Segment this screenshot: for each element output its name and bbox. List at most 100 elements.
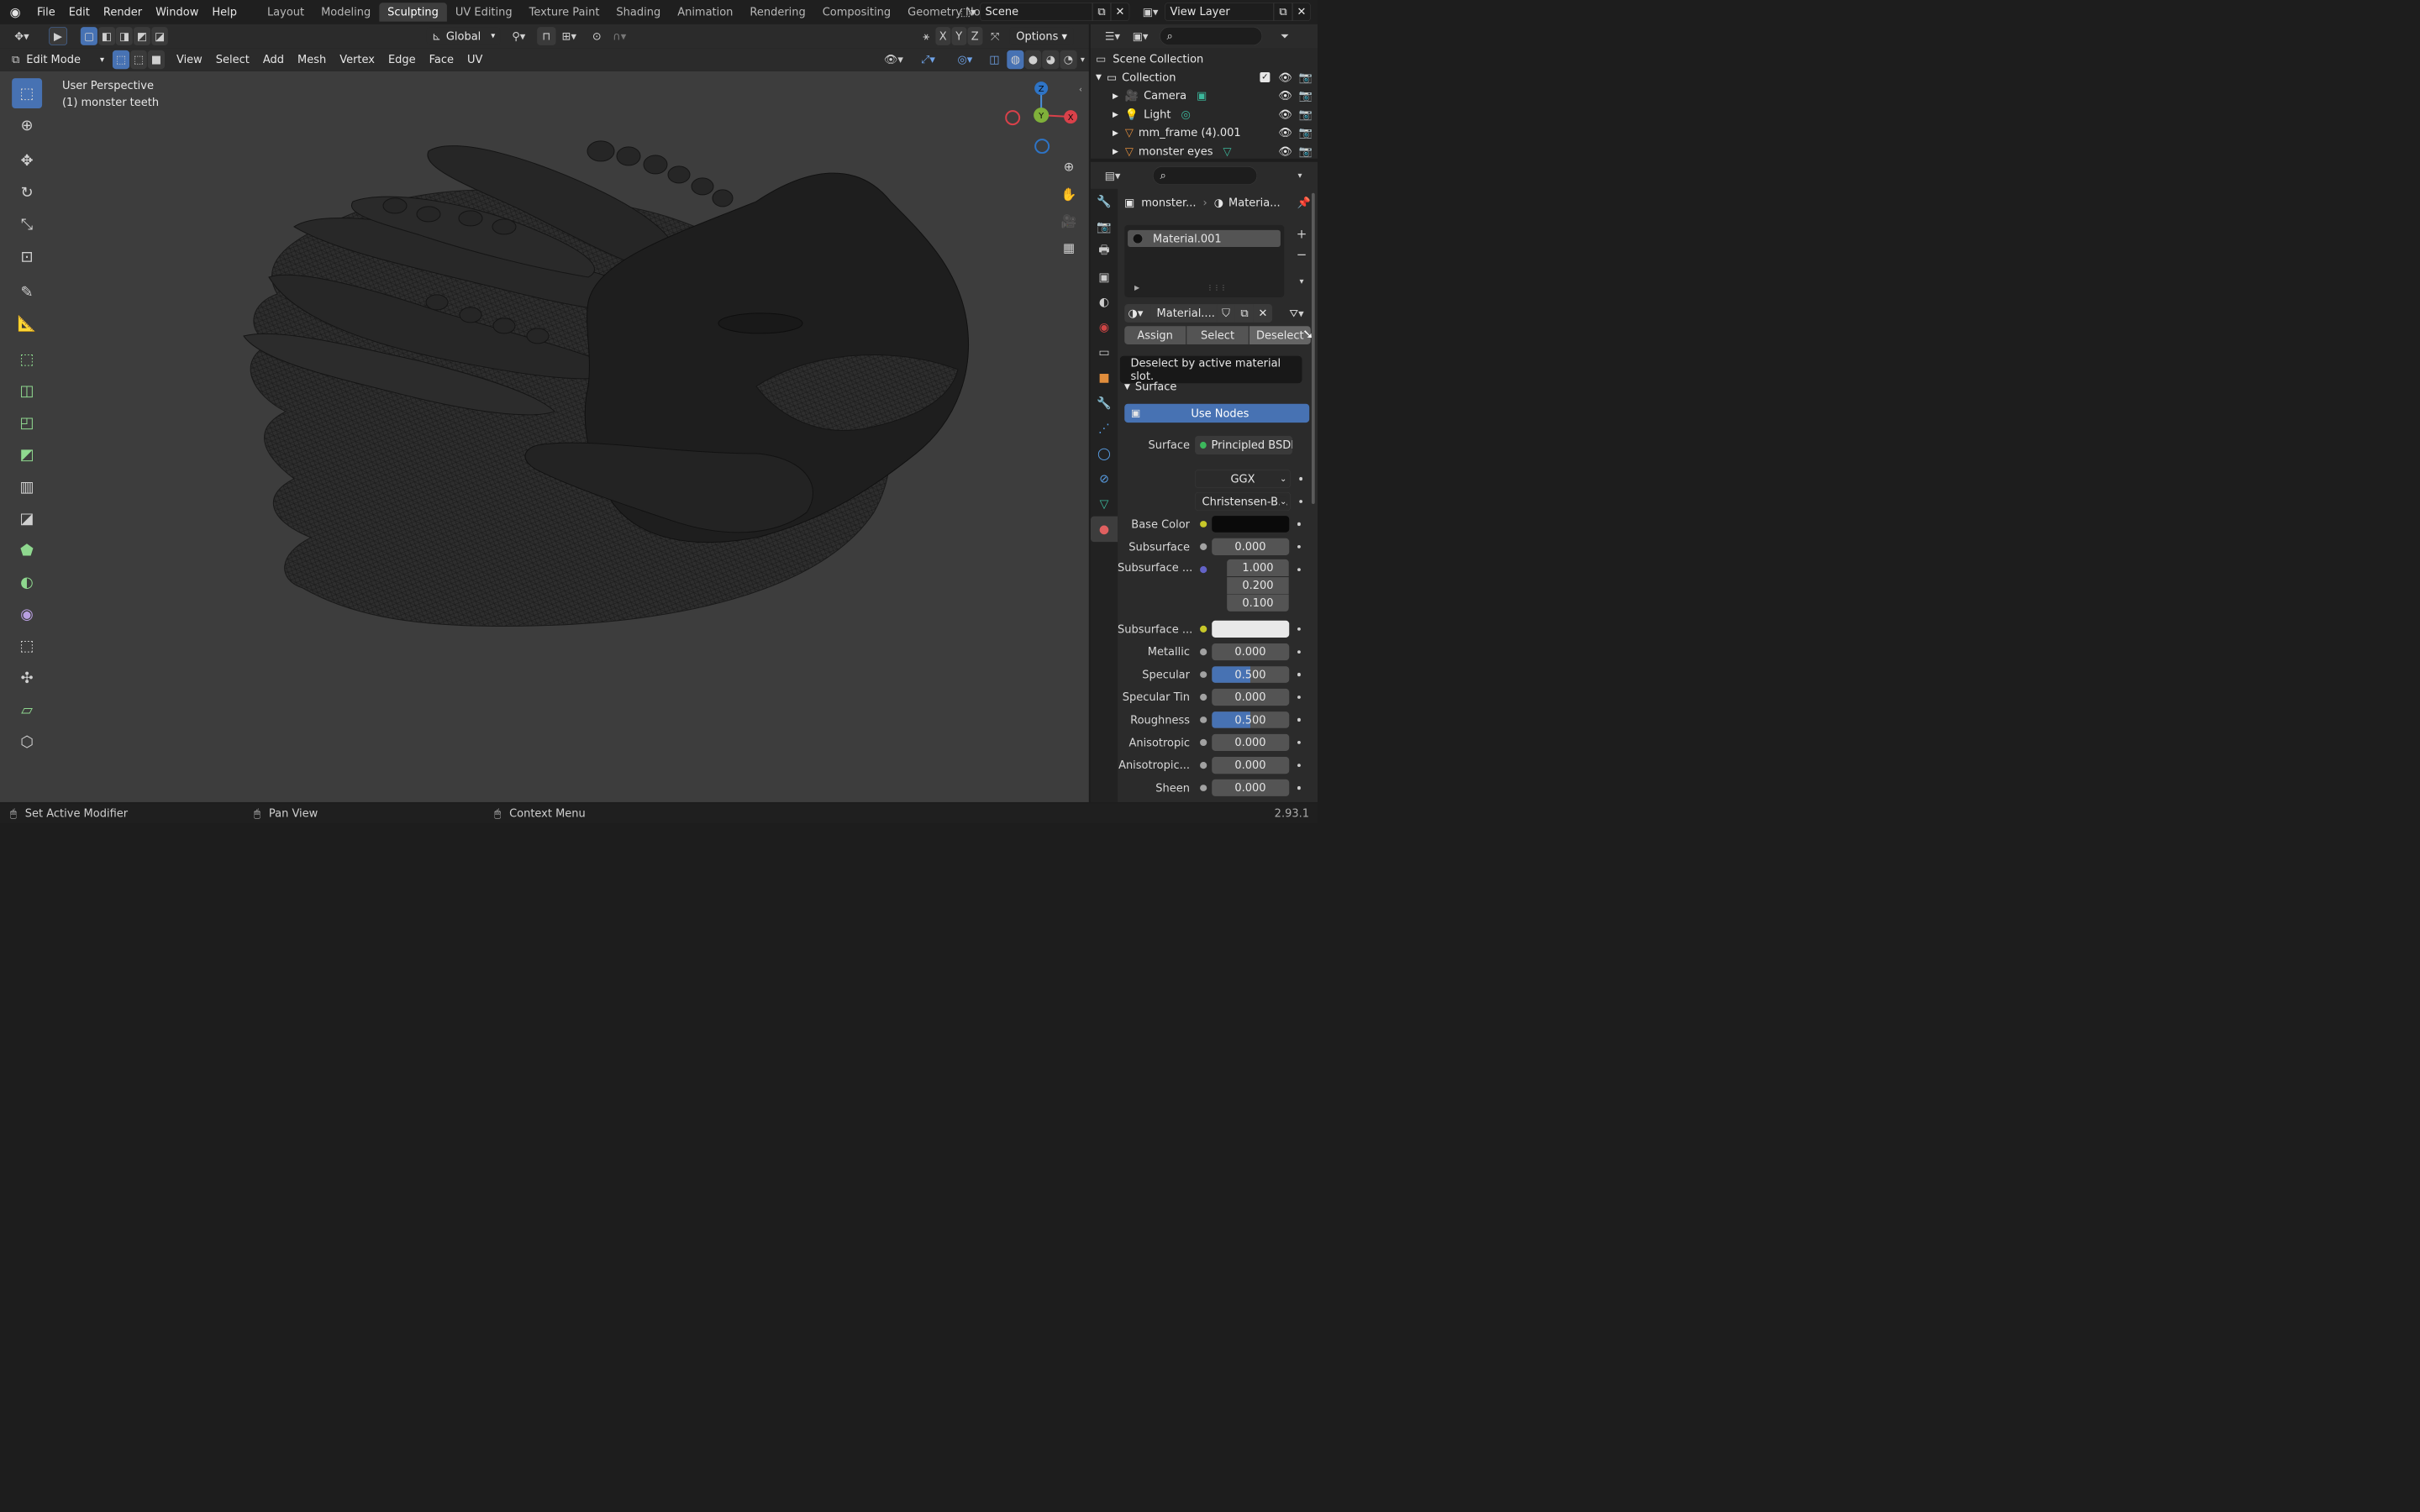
keyframe-dot-icon[interactable] xyxy=(1297,649,1301,654)
measure-tool-icon[interactable]: 📐 xyxy=(12,308,42,339)
select-mode-new-icon[interactable]: ▢ xyxy=(80,26,97,45)
rotate-tool-icon[interactable]: ↻ xyxy=(12,177,42,207)
outliner-editor-icon[interactable]: ☰▾ xyxy=(1099,27,1126,45)
tab-texture-paint[interactable]: Texture Paint xyxy=(521,3,608,21)
anisotropic-rotation-slider[interactable]: 0.000 xyxy=(1211,756,1289,774)
surface-panel-header[interactable]: ▼ Surface xyxy=(1124,378,1176,395)
object-tab-icon[interactable]: ■ xyxy=(1091,365,1118,391)
fake-user-icon[interactable]: ⛉ xyxy=(1216,303,1235,323)
render-camera-icon[interactable]: 📷 xyxy=(1299,126,1313,139)
menu-help[interactable]: Help xyxy=(205,3,244,21)
surface-shader-field[interactable]: Principled BSDF xyxy=(1194,435,1292,454)
output-tab-icon[interactable]: 🖶 xyxy=(1091,239,1118,265)
eye-icon[interactable]: 👁 xyxy=(1278,108,1292,120)
particles-tab-icon[interactable]: ⋰ xyxy=(1091,416,1118,441)
mirror-y-toggle[interactable]: Y xyxy=(951,26,967,45)
mirror-icon[interactable]: ⚹ xyxy=(917,27,935,45)
tab-modeling[interactable]: Modeling xyxy=(313,3,379,21)
scene-close-icon[interactable]: ✕ xyxy=(1110,2,1129,21)
material-name-field[interactable]: Material.... xyxy=(1150,303,1217,323)
subsurface-method-dropdown[interactable]: Christensen-B... ⌄ xyxy=(1194,491,1291,511)
subsurface-radius-y[interactable]: 0.200 xyxy=(1226,576,1289,594)
use-nodes-button[interactable]: ▣ Use Nodes xyxy=(1123,403,1309,423)
menu-edge[interactable]: Edge xyxy=(381,50,423,69)
subsurface-slider[interactable]: 0.000 xyxy=(1211,538,1289,555)
blender-logo-icon[interactable]: ◉ xyxy=(0,5,30,19)
proportional-edit-icon[interactable]: ⊙ xyxy=(587,27,606,45)
add-slot-icon[interactable]: + xyxy=(1292,225,1311,244)
collection-tab-icon[interactable]: ▭ xyxy=(1091,340,1118,365)
filter-icon[interactable]: ⏷ xyxy=(1276,27,1294,45)
anisotropic-slider[interactable]: 0.000 xyxy=(1211,733,1289,751)
duplicate-material-icon[interactable]: ⧉ xyxy=(1234,303,1254,323)
tab-animation[interactable]: Animation xyxy=(669,3,741,21)
sheen-slider[interactable]: 0.000 xyxy=(1211,779,1289,796)
specular-slider[interactable]: 0.500 xyxy=(1211,665,1289,683)
outliner-item-monster-eyes[interactable]: ▶ ▽ monster eyes ▽ 👁 📷 xyxy=(1091,142,1318,160)
keyframe-dot-icon[interactable] xyxy=(1297,627,1301,631)
edge-slide-tool-icon[interactable]: ⬚ xyxy=(12,631,42,661)
eye-icon[interactable]: 👁 xyxy=(1278,144,1292,157)
view-layer-tab-icon[interactable]: ▣ xyxy=(1091,265,1118,290)
properties-search[interactable]: ⌕ xyxy=(1152,165,1257,185)
select-mode-subtract-icon[interactable]: ◨ xyxy=(115,26,133,45)
select-tool-icon[interactable]: ▶ xyxy=(48,26,67,45)
keyframe-dot-icon[interactable] xyxy=(1297,763,1301,767)
chevron-down-icon[interactable]: ▾ xyxy=(1291,166,1309,185)
keyframe-dot-icon[interactable] xyxy=(1297,544,1301,549)
add-cube-tool-icon[interactable]: ⬚ xyxy=(12,344,42,374)
menu-mesh[interactable]: Mesh xyxy=(291,50,333,69)
eye-icon[interactable]: 👁 xyxy=(1278,71,1292,83)
select-button[interactable]: Select xyxy=(1186,325,1249,344)
select-box-tool-icon[interactable]: ⬚ xyxy=(11,77,42,108)
view-layer-name[interactable]: View Layer xyxy=(1164,2,1274,21)
tab-shading[interactable]: Shading xyxy=(608,3,669,21)
pin-icon[interactable]: 📌 xyxy=(1297,196,1311,208)
menu-view[interactable]: View xyxy=(170,50,209,69)
pan-hand-icon[interactable]: ✋ xyxy=(1057,182,1081,206)
camera-view-icon[interactable]: 🎥 xyxy=(1057,209,1081,233)
roughness-slider[interactable]: 0.500 xyxy=(1211,711,1289,728)
xray-icon[interactable]: ◫ xyxy=(985,50,1003,69)
face-select-icon[interactable]: ■ xyxy=(147,50,165,69)
specular-tint-slider[interactable]: 0.000 xyxy=(1211,688,1289,706)
base-color-swatch[interactable] xyxy=(1211,515,1289,533)
spin-tool-icon[interactable]: ◐ xyxy=(12,567,42,597)
scene-name[interactable]: Scene xyxy=(979,2,1092,21)
menu-edit[interactable]: Edit xyxy=(62,3,97,21)
keyframe-dot-icon[interactable] xyxy=(1298,499,1302,503)
eye-icon[interactable]: 👁 xyxy=(1278,89,1292,102)
assign-button[interactable]: Assign xyxy=(1123,325,1186,344)
ortho-grid-icon[interactable]: ▦ xyxy=(1057,236,1081,260)
knife-tool-icon[interactable]: ◪ xyxy=(12,503,42,533)
distribution-dropdown[interactable]: GGX ⌄ xyxy=(1194,469,1291,488)
checkbox-icon[interactable]: ✓ xyxy=(1260,71,1270,82)
annotate-tool-icon[interactable]: ✎ xyxy=(12,276,42,307)
move-tool-icon[interactable]: ✥ xyxy=(12,145,42,176)
subsurface-radius-z[interactable]: 0.100 xyxy=(1226,594,1289,612)
zoom-icon[interactable]: ⊕ xyxy=(1057,155,1081,179)
cursor-tool-icon[interactable]: ⊕ xyxy=(12,110,42,140)
pivot-point-icon[interactable]: ⚲▾ xyxy=(505,27,532,45)
tab-compositing[interactable]: Compositing xyxy=(814,3,899,21)
menu-vertex[interactable]: Vertex xyxy=(333,50,381,69)
editor-type-icon[interactable]: ✥▾ xyxy=(8,27,35,45)
physics-tab-icon[interactable]: ◯ xyxy=(1091,441,1118,466)
outliner-search[interactable]: ⌕ xyxy=(1159,26,1262,45)
scene-copy-icon[interactable]: ⧉ xyxy=(1092,2,1111,21)
remove-slot-icon[interactable]: − xyxy=(1292,245,1311,264)
subsurface-color-swatch[interactable] xyxy=(1211,620,1289,638)
mesh-wireframe[interactable] xyxy=(0,71,1089,802)
keyframe-dot-icon[interactable] xyxy=(1297,567,1301,571)
menu-select[interactable]: Select xyxy=(209,50,256,69)
render-camera-icon[interactable]: 📷 xyxy=(1299,108,1313,120)
menu-face[interactable]: Face xyxy=(423,50,460,69)
properties-scrollbar[interactable] xyxy=(1311,192,1315,504)
render-camera-icon[interactable]: 📷 xyxy=(1299,144,1313,157)
extrude-tool-icon[interactable]: ◫ xyxy=(12,375,42,406)
select-mode-intersect-icon[interactable]: ◪ xyxy=(150,26,168,45)
subsurface-radius-x[interactable]: 1.000 xyxy=(1226,559,1289,576)
mode-dropdown[interactable]: ⧉ Edit Mode ▾ xyxy=(8,50,108,69)
render-tab-icon[interactable]: 📷 xyxy=(1091,214,1118,239)
solid-shading-icon[interactable]: ● xyxy=(1024,50,1042,69)
